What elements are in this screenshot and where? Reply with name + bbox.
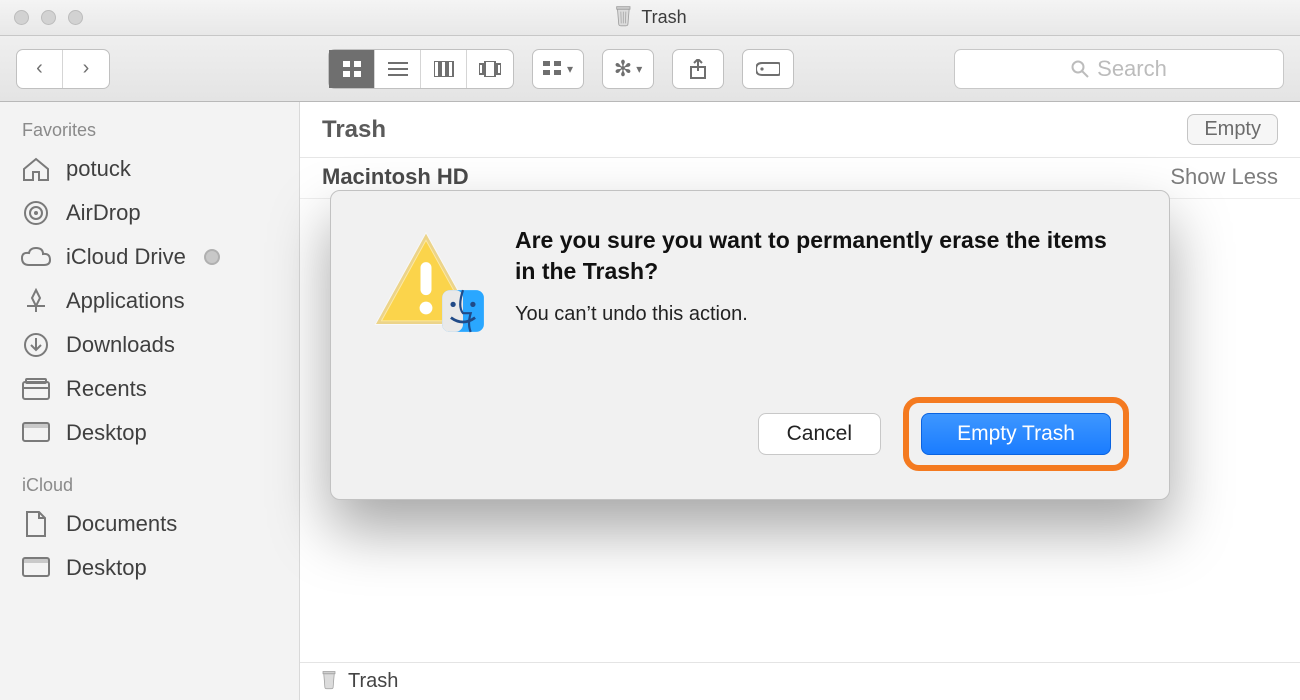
toolbar: ‹ › ▾ ✻ ▾ Search	[0, 36, 1300, 102]
share-button[interactable]	[672, 49, 724, 89]
airdrop-icon	[20, 199, 52, 227]
trash-icon	[613, 3, 633, 32]
window-titlebar: Trash	[0, 0, 1300, 36]
gear-icon: ✻	[614, 56, 632, 82]
search-placeholder: Search	[1097, 56, 1167, 82]
view-gallery-button[interactable]	[467, 50, 513, 88]
sidebar-item-label: Applications	[66, 288, 185, 314]
sidebar-item-documents[interactable]: Documents	[0, 502, 299, 546]
window-title-text: Trash	[641, 7, 686, 28]
sidebar-item-applications[interactable]: Applications	[0, 279, 299, 323]
downloads-icon	[20, 331, 52, 359]
desktop-icon	[20, 554, 52, 582]
chevron-down-icon: ▾	[567, 62, 573, 76]
sidebar-item-label: Desktop	[66, 555, 147, 581]
sidebar-item-airdrop[interactable]: AirDrop	[0, 191, 299, 235]
sidebar-item-label: potuck	[66, 156, 131, 182]
sidebar-item-label: Desktop	[66, 420, 147, 446]
desktop-icon	[20, 419, 52, 447]
grid-icon	[342, 60, 362, 78]
search-icon	[1071, 60, 1089, 78]
sidebar-item-icloud-drive[interactable]: iCloud Drive	[0, 235, 299, 279]
forward-button[interactable]: ›	[63, 50, 109, 88]
window-title: Trash	[613, 3, 686, 32]
highlight-annotation: Empty Trash	[903, 397, 1129, 471]
chevron-down-icon: ▾	[636, 62, 642, 76]
chevron-left-icon: ‹	[36, 57, 43, 80]
empty-trash-header-button[interactable]: Empty	[1187, 114, 1278, 145]
sidebar-item-label: Downloads	[66, 332, 175, 358]
cancel-button[interactable]: Cancel	[758, 413, 881, 455]
nav-group: ‹ ›	[16, 49, 110, 89]
view-columns-button[interactable]	[421, 50, 467, 88]
minimize-window-button[interactable]	[41, 10, 56, 25]
warning-icon	[371, 231, 481, 341]
sidebar-item-label: iCloud Drive	[66, 244, 186, 270]
view-list-button[interactable]	[375, 50, 421, 88]
close-window-button[interactable]	[14, 10, 29, 25]
columns-icon	[434, 61, 454, 77]
applications-icon	[20, 287, 52, 315]
location-header: Trash Empty	[300, 102, 1300, 158]
cloud-icon	[20, 243, 52, 271]
trash-icon	[320, 668, 338, 696]
document-icon	[20, 510, 52, 538]
dialog-message: You can’t undo this action.	[515, 303, 1129, 326]
home-icon	[20, 155, 52, 183]
sidebar-item-label: Documents	[66, 511, 177, 537]
confirm-empty-trash-dialog: Are you sure you want to permanently era…	[330, 190, 1170, 500]
empty-trash-confirm-button[interactable]: Empty Trash	[921, 413, 1111, 455]
group-name: Macintosh HD	[322, 164, 469, 190]
chevron-right-icon: ›	[83, 57, 90, 80]
recents-icon	[20, 375, 52, 403]
view-switcher	[328, 49, 514, 89]
sidebar-item-recents[interactable]: Recents	[0, 367, 299, 411]
sidebar: Favorites potuck AirDrop iCloud Drive Ap…	[0, 102, 300, 700]
gallery-icon	[479, 61, 501, 77]
tag-icon	[756, 61, 780, 77]
share-icon	[689, 59, 707, 79]
sidebar-item-desktop-icloud[interactable]: Desktop	[0, 546, 299, 590]
finder-badge-icon	[441, 289, 485, 333]
sidebar-heading-favorites: Favorites	[0, 116, 299, 147]
list-icon	[388, 61, 408, 77]
action-menu[interactable]: ✻ ▾	[602, 49, 654, 89]
sidebar-item-label: AirDrop	[66, 200, 141, 226]
arrange-menu[interactable]: ▾	[532, 49, 584, 89]
sidebar-item-potuck[interactable]: potuck	[0, 147, 299, 191]
path-label: Trash	[348, 670, 398, 693]
dialog-heading: Are you sure you want to permanently era…	[515, 225, 1129, 287]
tags-button[interactable]	[742, 49, 794, 89]
zoom-window-button[interactable]	[68, 10, 83, 25]
group-toggle[interactable]: Show Less	[1170, 164, 1278, 190]
view-icons-button[interactable]	[329, 50, 375, 88]
traffic-lights	[0, 10, 83, 25]
sidebar-item-desktop[interactable]: Desktop	[0, 411, 299, 455]
back-button[interactable]: ‹	[17, 50, 63, 88]
sync-badge-icon	[204, 249, 220, 265]
search-input[interactable]: Search	[954, 49, 1284, 89]
sidebar-item-downloads[interactable]: Downloads	[0, 323, 299, 367]
sidebar-item-label: Recents	[66, 376, 147, 402]
path-bar: Trash	[300, 662, 1300, 700]
location-title: Trash	[322, 116, 386, 144]
arrange-icon	[543, 61, 563, 77]
sidebar-heading-icloud: iCloud	[0, 471, 299, 502]
